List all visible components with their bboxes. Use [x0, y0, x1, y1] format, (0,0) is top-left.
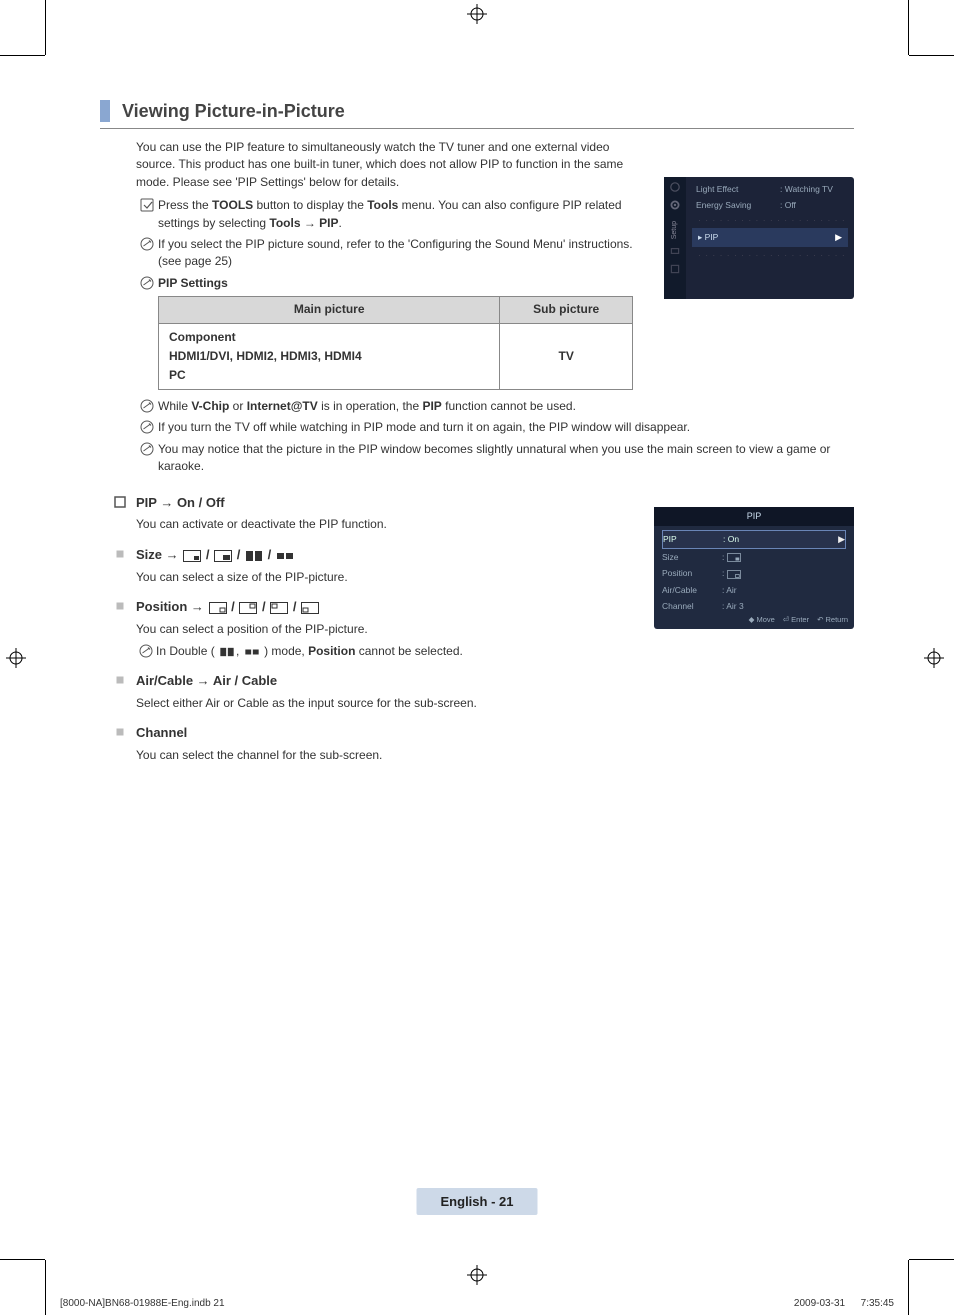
heading-underline — [100, 128, 854, 129]
osd-sidebar-icon — [669, 263, 681, 275]
pip-double-vertical-icon — [245, 546, 263, 565]
osd-highlighted-row: ▸ PIP ▶ — [692, 228, 848, 247]
osd-separator: · · · · · · · · · · · · · · · · · · · · … — [692, 214, 848, 226]
crop-mark — [908, 1260, 909, 1315]
crop-mark — [0, 55, 45, 56]
vchip-note: While V-Chip or Internet@TV is in operat… — [136, 398, 854, 415]
note-text: While V-Chip or Internet@TV is in operat… — [158, 398, 848, 415]
note-icon — [136, 419, 158, 434]
section-title: Viewing Picture-in-Picture — [122, 101, 345, 122]
note-icon — [136, 643, 156, 658]
channel-item: Channel You can select the channel for t… — [114, 724, 854, 764]
print-footer: [8000-NA]BN68-01988E-Eng.indb 21 2009-03… — [60, 1298, 894, 1309]
table-header-row: Main picture Sub picture — [159, 297, 633, 323]
osd-row: Position: — [662, 565, 846, 581]
osd-pip-menu-screenshot: PIP PIP: On▶ Size: Position: Air/Cable: … — [654, 507, 854, 629]
note-text: If you select the PIP picture sound, ref… — [158, 236, 643, 271]
pip-pos-tl-icon — [270, 598, 288, 617]
crop-mark — [45, 1260, 46, 1315]
registration-mark-icon — [467, 4, 487, 24]
intro-text: You can use the PIP feature to simultane… — [136, 139, 636, 191]
osd-footer: ◆ Move ⏎ Enter ↶ Return — [749, 615, 848, 626]
osd-separator: · · · · · · · · · · · · · · · · · · · · … — [692, 249, 848, 261]
registration-mark-icon — [467, 1265, 487, 1285]
pip-double-vertical-icon — [219, 643, 235, 660]
small-square-bullet-icon — [114, 672, 136, 691]
crop-mark — [909, 55, 954, 56]
osd-row: Energy SavingOff — [692, 197, 848, 213]
position-sub-note: In Double ( , ) mode, Position cannot be… — [136, 643, 854, 661]
pip-pos-br-icon — [209, 598, 227, 617]
note-text: If you turn the TV off while watching in… — [158, 419, 848, 436]
pip-size-small-icon — [183, 546, 201, 565]
off-note: If you turn the TV off while watching in… — [136, 419, 854, 436]
heading-accent-bar — [100, 100, 110, 122]
item-desc: You can select the channel for the sub-s… — [136, 747, 854, 764]
page-content: Viewing Picture-in-Picture Setup Light E… — [100, 100, 854, 1245]
small-square-bullet-icon — [114, 724, 136, 743]
osd-row: Size: — [662, 549, 846, 565]
osd-sidebar-icon — [669, 245, 681, 257]
note-icon — [136, 398, 158, 413]
table-cell-sub: TV — [500, 323, 633, 390]
aircable-item: Air/Cable → Air / Cable Select either Ai… — [114, 672, 854, 712]
crop-mark — [0, 1259, 45, 1260]
small-square-bullet-icon — [114, 546, 136, 565]
table-row: ComponentHDMI1/DVI, HDMI2, HDMI3, HDMI4P… — [159, 323, 633, 390]
arrow-right-icon: ▶ — [835, 231, 842, 244]
pip-settings-table: Main picture Sub picture ComponentHDMI1/… — [158, 296, 633, 390]
pip-pos-bl-icon — [301, 598, 319, 617]
square-bullet-icon — [114, 494, 136, 513]
print-footer-right: 2009-03-31 7:35:45 — [794, 1298, 894, 1309]
osd-main: Light EffectWatching TV Energy SavingOff… — [686, 177, 854, 299]
item-label: Channel — [136, 724, 854, 743]
note-icon — [136, 236, 158, 251]
crop-mark — [45, 0, 46, 55]
osd-row: Air/Cable: Air — [662, 582, 846, 598]
osd-footer-return: ↶ Return — [817, 615, 848, 626]
note-icon — [136, 441, 158, 456]
body-block: Setup Light EffectWatching TV Energy Sav… — [136, 139, 854, 765]
osd-sidebar-icon — [669, 181, 681, 193]
page-footer-label: English - 21 — [417, 1188, 538, 1215]
pip-pos-tr-icon — [239, 598, 257, 617]
print-footer-left: [8000-NA]BN68-01988E-Eng.indb 21 — [60, 1298, 225, 1309]
osd-list: PIP: On▶ Size: Position: Air/Cable: Air … — [654, 526, 854, 614]
pip-double-horizontal-icon — [276, 546, 294, 565]
section-heading-row: Viewing Picture-in-Picture — [100, 100, 854, 122]
osd-sidebar-label: Setup — [670, 221, 680, 239]
osd-row: Channel: Air 3 — [662, 598, 846, 614]
osd-footer-enter: ⏎ Enter — [783, 615, 809, 626]
osd-highlight-label: ▸ PIP — [698, 231, 718, 243]
crop-mark — [908, 0, 909, 55]
osd-row: Light EffectWatching TV — [692, 181, 848, 197]
registration-mark-icon — [924, 648, 944, 668]
registration-mark-icon — [6, 648, 26, 668]
table-header-main: Main picture — [159, 297, 500, 323]
sub-note-text: In Double ( , ) mode, Position cannot be… — [156, 643, 463, 661]
osd-row: PIP: On▶ — [662, 530, 846, 549]
osd-footer-move: ◆ Move — [749, 615, 775, 626]
note-icon — [136, 275, 158, 290]
pip-double-horizontal-icon — [244, 643, 260, 660]
table-cell-main: ComponentHDMI1/DVI, HDMI2, HDMI3, HDMI4P… — [159, 323, 500, 390]
osd-setup-menu-screenshot: Setup Light EffectWatching TV Energy Sav… — [664, 177, 854, 299]
osd-sidebar-gear-icon — [669, 199, 681, 211]
table-header-sub: Sub picture — [500, 297, 633, 323]
item-desc: Select either Air or Cable as the input … — [136, 695, 854, 712]
crop-mark — [909, 1259, 954, 1260]
pip-size-large-icon — [214, 546, 232, 565]
note-text: Press the TOOLS button to display the To… — [158, 197, 638, 232]
small-square-bullet-icon — [114, 598, 136, 617]
osd-sidebar: Setup — [664, 177, 686, 299]
osd-title: PIP — [654, 507, 854, 526]
item-label: Air/Cable → Air / Cable — [136, 672, 854, 691]
note-text: You may notice that the picture in the P… — [158, 441, 848, 476]
unnatural-note: You may notice that the picture in the P… — [136, 441, 854, 476]
tools-icon — [136, 197, 158, 212]
